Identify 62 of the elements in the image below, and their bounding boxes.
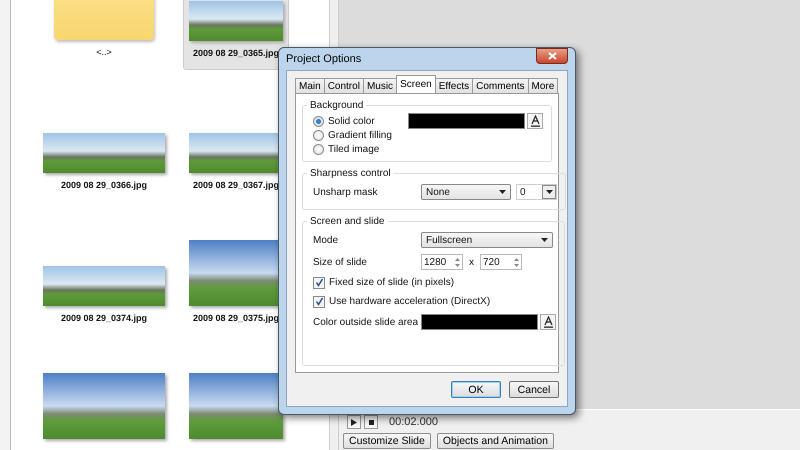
tab[interactable]: Control	[324, 78, 364, 93]
tab[interactable]: Screen	[396, 75, 436, 93]
tab[interactable]: Main	[295, 78, 325, 93]
photo-placeholder[interactable]	[43, 133, 165, 173]
group-title: Sharpness control	[309, 168, 392, 179]
field-label: Size of slide	[313, 256, 368, 268]
photo-placeholder[interactable]	[43, 266, 165, 306]
height-spinbox[interactable]: 720	[480, 254, 522, 270]
file-name: 2009 08 29_0366.jpg	[60, 180, 148, 190]
times-sign: x	[469, 256, 474, 268]
dropdown[interactable]: None	[421, 184, 511, 200]
tab[interactable]: Music	[362, 78, 398, 93]
color-swatch[interactable]	[408, 113, 525, 129]
file-name: 2009 08 29_0374.jpg	[60, 313, 148, 323]
slide-button[interactable]: Objects and Animation	[436, 433, 554, 449]
font-color-icon[interactable]	[540, 314, 556, 330]
play-button[interactable]	[347, 415, 361, 429]
dialog-button[interactable]: Cancel	[509, 381, 559, 398]
file-name: <..>	[96, 47, 112, 57]
width-spinbox[interactable]: 1280	[421, 254, 463, 270]
close-button[interactable]	[536, 48, 568, 64]
photo-placeholder[interactable]	[43, 373, 165, 439]
tab[interactable]: More	[528, 78, 558, 93]
option-label: Gradient filling	[328, 130, 392, 141]
checkbox-label: Use hardware acceleration (DirectX)	[329, 296, 490, 307]
color-swatch[interactable]	[421, 314, 538, 330]
play-icon	[351, 418, 357, 426]
radio-button[interactable]	[313, 116, 324, 127]
radio-button[interactable]	[313, 130, 324, 141]
dialog-button[interactable]: OK	[451, 381, 501, 398]
tab[interactable]: Comments	[472, 78, 528, 93]
photo-placeholder[interactable]	[189, 373, 283, 439]
checkbox[interactable]	[313, 296, 325, 308]
checkbox-label: Fixed size of slide (in pixels)	[329, 277, 454, 288]
checkbox[interactable]	[313, 276, 325, 288]
stop-button[interactable]	[364, 415, 378, 429]
dialog-title: Project Options	[286, 53, 362, 65]
spin-arrows-icon	[453, 256, 462, 268]
font-color-icon[interactable]	[527, 113, 543, 129]
option-label: Tiled image	[328, 144, 380, 155]
file-name: 2009 08 29_0365.jpg	[192, 48, 280, 58]
radio-button[interactable]	[313, 144, 324, 155]
caret-icon	[542, 185, 556, 199]
time-display: 00:02.000	[389, 416, 438, 428]
caret-icon	[541, 238, 548, 242]
amount-dropdown[interactable]: 0	[516, 184, 557, 200]
field-label: Unsharp mask	[313, 186, 378, 198]
group-title: Background	[309, 100, 364, 111]
slide-button[interactable]: Customize Slide	[343, 433, 431, 449]
tab[interactable]: Effects	[434, 78, 474, 93]
stop-icon	[368, 420, 374, 424]
close-icon	[548, 52, 556, 60]
photo-placeholder[interactable]	[189, 1, 283, 41]
dropdown[interactable]: Fullscreen	[421, 232, 553, 248]
file-name: 2009 08 29_0367.jpg	[192, 180, 280, 190]
field-label: Color outside slide area	[313, 316, 420, 328]
group-title: Screen and slide	[309, 216, 386, 227]
file-name: 2009 08 29_0375.jpg	[192, 313, 280, 323]
option-label: Solid color	[328, 116, 375, 127]
spin-arrows-icon	[512, 256, 521, 268]
field-label: Mode	[313, 234, 340, 246]
caret-icon	[499, 190, 506, 194]
